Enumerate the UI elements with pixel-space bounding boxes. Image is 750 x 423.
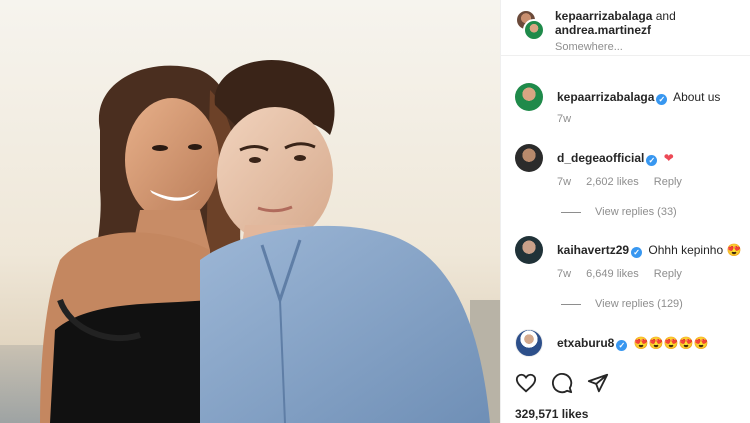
comment-meta: 7w 6,649 likes Reply [557,268,694,280]
comment-likes[interactable]: 6,649 likes [586,268,639,280]
couple-photo-illustration [0,0,500,423]
comment-body: Ohhh kepinho 😍 [648,243,742,257]
comment-username[interactable]: d_degeaofficial [557,151,644,165]
instagram-post: kepaarrizabalaga and andrea.martinezf So… [0,0,750,423]
avatar[interactable] [523,19,545,41]
reply-button[interactable]: Reply [654,268,682,280]
avatar[interactable] [515,144,543,172]
avatar[interactable] [515,83,543,111]
post-header: kepaarrizabalaga and andrea.martinezf So… [501,0,750,56]
verified-icon: ✓ [646,155,658,166]
comment-username[interactable]: kaihavertz29 [557,243,629,257]
post-location[interactable]: Somewhere... [555,40,676,54]
verified-icon: ✓ [616,340,628,351]
comment-icon[interactable] [551,372,573,394]
header-username-2[interactable]: andrea.martinezf [555,23,676,37]
avatar[interactable] [515,236,543,264]
post-header-text: kepaarrizabalaga and andrea.martinezf So… [555,9,676,54]
post-actions [515,372,609,394]
verified-icon: ✓ [631,247,643,258]
replies-divider [561,303,581,305]
caption-username[interactable]: kepaarrizabalaga [557,90,654,104]
comment-time[interactable]: 7w [557,268,571,280]
comment-likes[interactable]: 2,602 likes [586,176,639,188]
share-icon[interactable] [587,372,609,394]
avatar[interactable] [515,329,543,357]
verified-icon: ✓ [656,94,668,105]
header-username-1[interactable]: kepaarrizabalaga [555,9,652,23]
comment-text: etxaburu8 ✓ 😍😍😍😍😍 [557,336,708,351]
comment-time[interactable]: 7w [557,176,571,188]
view-replies-button[interactable]: View replies (33) [561,206,677,218]
comment-body: 😍😍😍😍😍 [633,336,709,350]
comment-meta: 7w 2,602 likes Reply [557,176,694,188]
collab-avatars[interactable] [515,9,547,45]
caption-text: kepaarrizabalaga ✓ About us [557,90,720,105]
post-photo[interactable] [0,0,500,423]
caption-body: About us [673,90,721,104]
comments-list[interactable]: kepaarrizabalaga ✓ About us 7w d_degeaoff… [501,57,750,360]
likes-count[interactable]: 329,571 likes [515,407,588,421]
header-joiner: and [655,9,676,23]
caption-time[interactable]: 7w [557,113,571,125]
view-replies-label: View replies (33) [595,206,677,218]
reply-button[interactable]: Reply [654,176,682,188]
heart-icon[interactable] [515,372,537,394]
post-side-panel: kepaarrizabalaga and andrea.martinezf So… [500,0,750,423]
comment-username[interactable]: etxaburu8 [557,336,614,350]
comment-text: d_degeaofficial ✓ ❤ [557,151,674,166]
comment-text: kaihavertz29 ✓ Ohhh kepinho 😍 [557,243,741,258]
view-replies-button[interactable]: View replies (129) [561,298,683,310]
comment-body: ❤ [663,151,674,165]
replies-divider [561,211,581,213]
caption-meta: 7w [557,113,583,125]
view-replies-label: View replies (129) [595,298,683,310]
